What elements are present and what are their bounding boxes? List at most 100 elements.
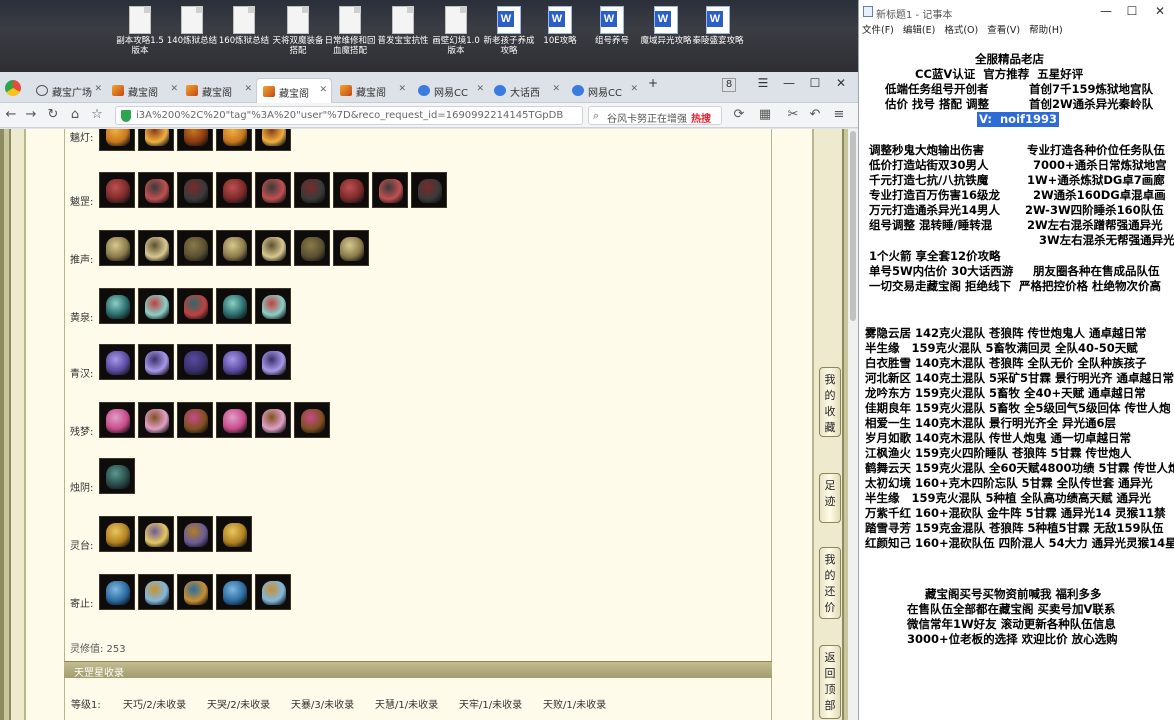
browser-tab[interactable]: 网易CC ✕ — [412, 78, 488, 103]
tab-close-icon[interactable]: ✕ — [319, 85, 327, 95]
side-button-0[interactable]: 我的收藏 — [819, 367, 841, 437]
scroll-thumb[interactable] — [850, 131, 856, 321]
notepad-menu-item[interactable]: 格式(O) — [944, 25, 978, 36]
tab-close-icon[interactable]: ✕ — [630, 84, 638, 94]
desktop-icon[interactable]: 日常维修和回血魔搭配 — [324, 6, 376, 56]
browser-tab[interactable]: 藏宝广场 ✕ — [30, 78, 106, 103]
collection-item-icon[interactable] — [294, 230, 330, 266]
collection-item-icon[interactable] — [177, 344, 213, 380]
collection-item-icon[interactable] — [255, 344, 291, 380]
menu-icon[interactable]: ☰ — [752, 76, 774, 90]
home-icon[interactable]: ⌂ — [66, 107, 84, 123]
collection-item-icon[interactable] — [255, 402, 291, 438]
level-item[interactable]: 天慧/1/未收录 — [375, 696, 438, 711]
collection-item-icon[interactable] — [177, 172, 213, 208]
collection-item-icon[interactable] — [216, 402, 252, 438]
collection-item-icon[interactable] — [294, 172, 330, 208]
browser-tab[interactable]: 网易CC ✕ — [566, 78, 642, 103]
undo-icon[interactable]: ↶ — [806, 107, 824, 123]
collection-item-icon[interactable] — [255, 172, 291, 208]
collection-item-icon[interactable] — [99, 458, 135, 494]
browser-tab[interactable]: 藏宝阁 ✕ — [334, 78, 410, 103]
extension-icon[interactable]: ⟳ — [730, 107, 748, 123]
collection-item-icon[interactable] — [138, 230, 174, 266]
level-item[interactable]: 天暴/3/未收录 — [291, 696, 354, 711]
bookmark-star-icon[interactable]: ☆ — [88, 107, 106, 123]
collection-item-icon[interactable] — [372, 172, 408, 208]
desktop-icon[interactable]: W 新老孩子养成攻略 — [483, 6, 535, 56]
minimize-icon[interactable]: — — [778, 76, 800, 90]
notepad-minimize-icon[interactable]: — — [1095, 4, 1117, 18]
notepad-menu-item[interactable]: 编辑(E) — [903, 25, 935, 36]
collection-item-icon[interactable] — [216, 288, 252, 324]
collection-item-icon[interactable] — [138, 129, 174, 151]
collection-item-icon[interactable] — [138, 516, 174, 552]
collection-item-icon[interactable] — [138, 402, 174, 438]
notepad-menu-item[interactable]: 文件(F) — [862, 25, 894, 36]
level-item[interactable]: 天哭/2/未收录 — [207, 696, 270, 711]
notepad-close-icon[interactable]: ✕ — [1149, 4, 1171, 18]
tab-close-icon[interactable]: ✕ — [552, 84, 560, 94]
browser-tab[interactable]: 大话西 ✕ — [488, 78, 564, 103]
side-button-2[interactable]: 我的还价 — [819, 547, 841, 619]
desktop-icon[interactable]: 140炼狱总结 — [166, 6, 218, 46]
tab-close-icon[interactable]: ✕ — [476, 84, 484, 94]
collection-item-icon[interactable] — [99, 402, 135, 438]
collection-item-icon[interactable] — [177, 230, 213, 266]
collection-item-icon[interactable] — [333, 172, 369, 208]
desktop-icon[interactable]: 160炼狱总结 — [218, 6, 270, 46]
collection-item-icon[interactable] — [216, 516, 252, 552]
new-tab-icon[interactable]: + — [642, 76, 664, 90]
browser-tab[interactable]: 藏宝阁 ✕ — [180, 78, 256, 103]
collection-item-icon[interactable] — [99, 344, 135, 380]
collection-item-icon[interactable] — [99, 129, 135, 151]
page-scrollbar[interactable] — [848, 129, 858, 720]
collection-item-icon[interactable] — [177, 288, 213, 324]
notepad-maximize-icon[interactable]: ☐ — [1121, 4, 1143, 18]
collection-item-icon[interactable] — [99, 288, 135, 324]
collection-item-icon[interactable] — [99, 516, 135, 552]
back-icon[interactable]: ← — [2, 107, 20, 123]
collection-item-icon[interactable] — [255, 574, 291, 610]
desktop-icon[interactable]: W 10E攻略 — [534, 6, 586, 46]
tab-close-icon[interactable]: ✕ — [398, 84, 406, 94]
level-item[interactable]: 天败/1/未收录 — [543, 696, 606, 711]
notepad-menu-item[interactable]: 查看(V) — [987, 25, 1020, 36]
desktop-icon[interactable]: W 秦陵盛宴攻略 — [692, 6, 744, 46]
apps-grid-icon[interactable]: ▦ — [756, 107, 774, 123]
forward-icon[interactable]: → — [22, 107, 40, 123]
collection-item-icon[interactable] — [138, 344, 174, 380]
collection-item-icon[interactable] — [177, 129, 213, 151]
collection-item-icon[interactable] — [333, 230, 369, 266]
tab-count-badge[interactable]: 8 — [722, 78, 736, 92]
side-button-1[interactable]: 足迹 — [819, 473, 841, 523]
scissors-icon[interactable]: ✂ — [784, 107, 802, 123]
tab-close-icon[interactable]: ✕ — [170, 84, 178, 94]
collection-item-icon[interactable] — [138, 288, 174, 324]
desktop-icon[interactable]: W 组号养号 — [586, 6, 638, 46]
tab-close-icon[interactable]: ✕ — [244, 84, 252, 94]
desktop-icon[interactable]: 普发宝宝抗性 — [377, 6, 429, 46]
collection-item-icon[interactable] — [99, 172, 135, 208]
collection-item-icon[interactable] — [216, 230, 252, 266]
collection-item-icon[interactable] — [255, 129, 291, 151]
desktop-icon[interactable]: 副本攻略1.5版本 — [114, 6, 166, 56]
collection-item-icon[interactable] — [216, 344, 252, 380]
collection-item-icon[interactable] — [177, 516, 213, 552]
collection-item-icon[interactable] — [216, 574, 252, 610]
collection-item-icon[interactable] — [216, 172, 252, 208]
search-input[interactable]: ⌕ 谷风卡努正在增强 热搜 — [588, 106, 722, 125]
collection-item-icon[interactable] — [411, 172, 447, 208]
collection-item-icon[interactable] — [177, 402, 213, 438]
address-bar[interactable]: i3A%200%2C%20"tag"%3A%20"user"%7D&reco_r… — [115, 106, 583, 125]
desktop-icon[interactable]: 画壁幻境1.0版本 — [430, 6, 482, 56]
collection-item-icon[interactable] — [99, 230, 135, 266]
desktop-icon[interactable]: W 魔域异光攻略 — [640, 6, 692, 46]
collection-item-icon[interactable] — [138, 574, 174, 610]
browser-tab[interactable]: 藏宝阁 ✕ — [106, 78, 182, 103]
browser-tab[interactable]: 藏宝阁 ✕ — [256, 78, 332, 103]
collection-item-icon[interactable] — [255, 288, 291, 324]
browser-logo-icon[interactable] — [5, 80, 21, 96]
collection-item-icon[interactable] — [177, 574, 213, 610]
level-item[interactable]: 天巧/2/未收录 — [123, 696, 186, 711]
